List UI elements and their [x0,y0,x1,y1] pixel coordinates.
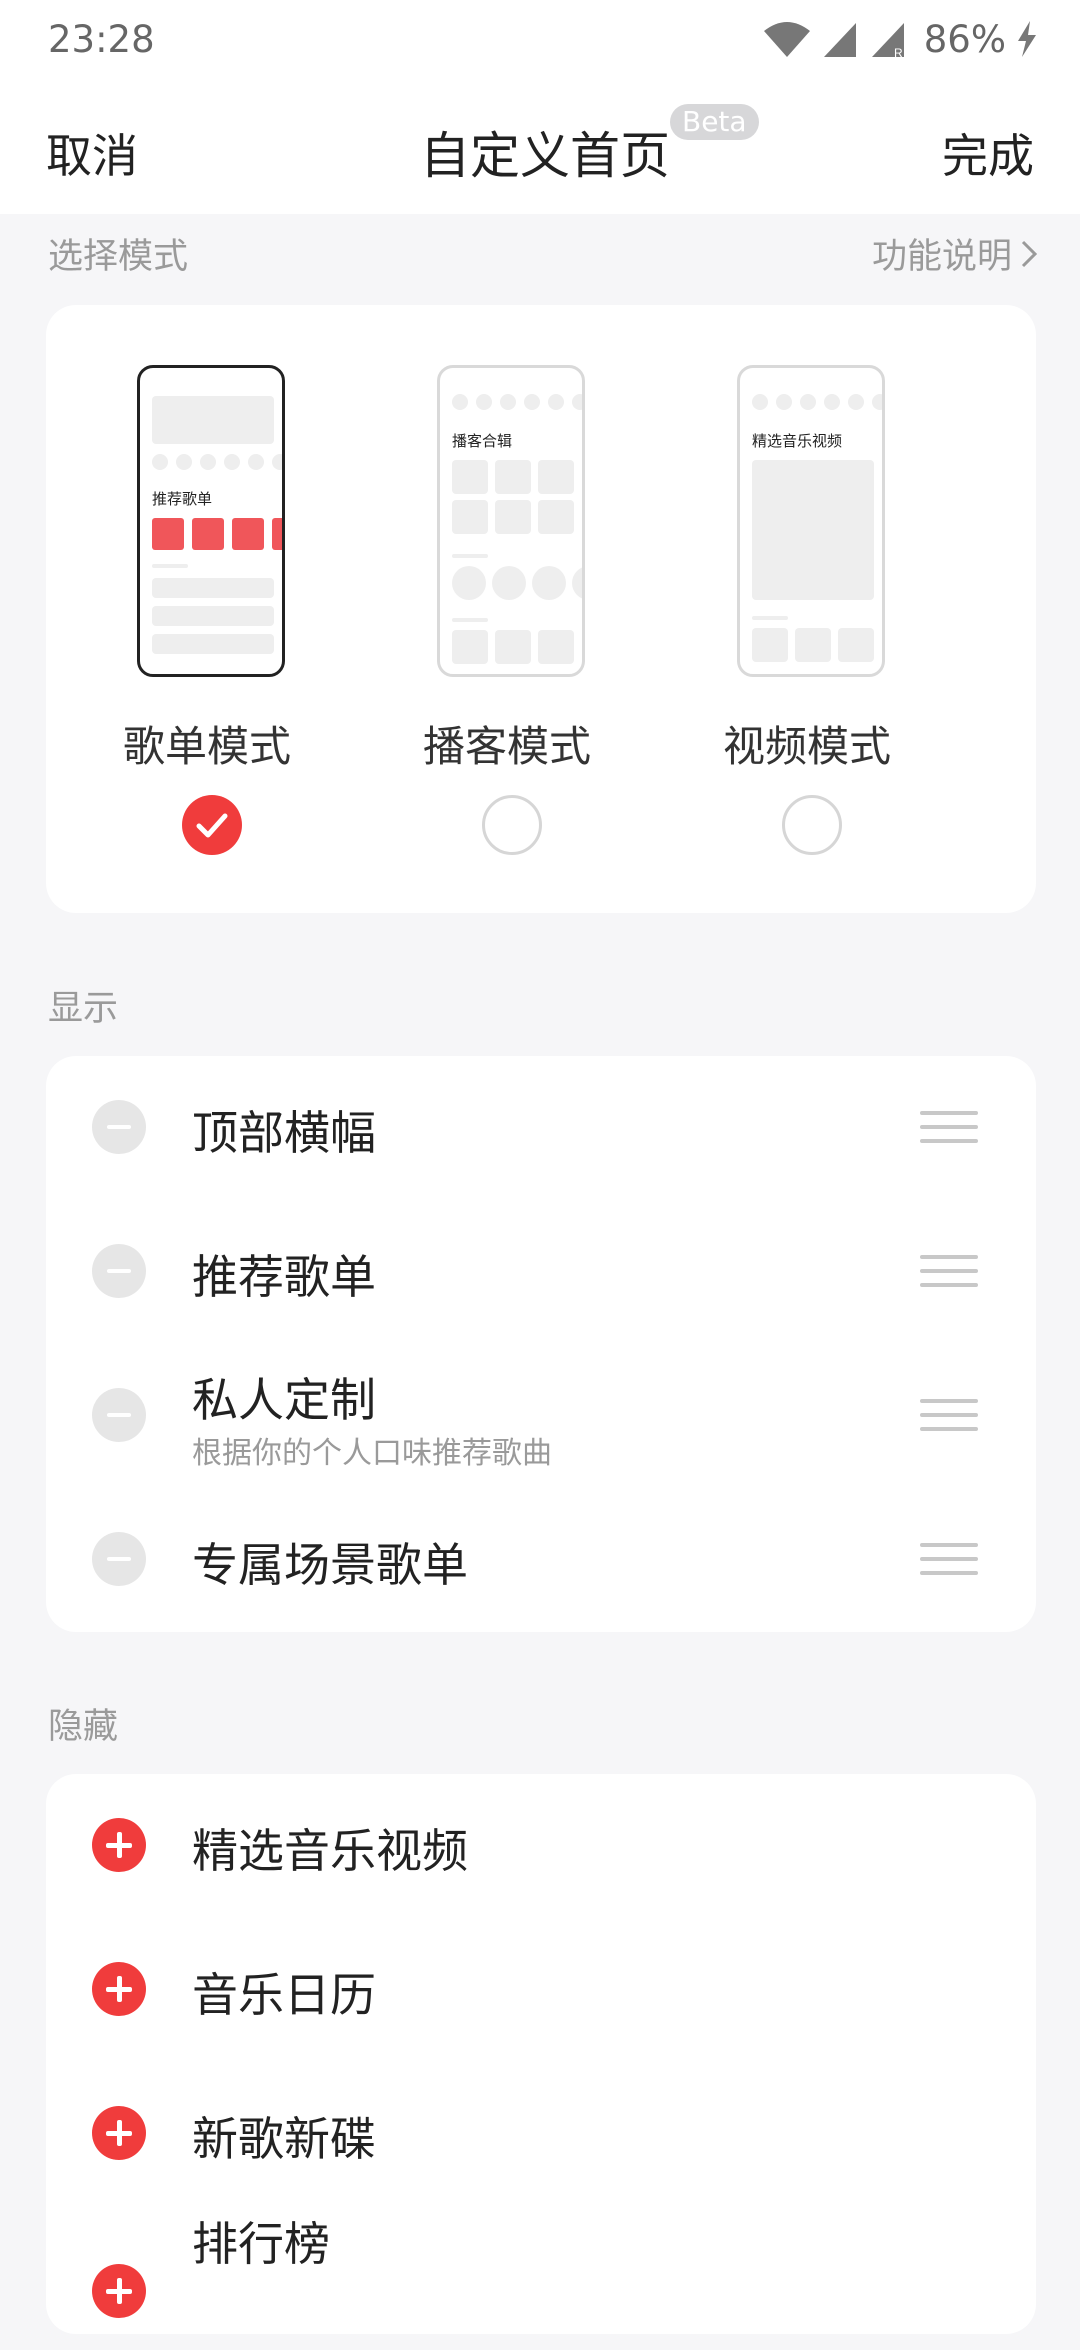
item-name: 排行榜 [192,2217,330,2271]
list-item: 顶部横幅 [46,1056,1036,1200]
display-list: 顶部横幅 推荐歌单 私人定制 根据你的个人口味推荐歌曲 专属场景歌单 [46,1056,1036,1632]
svg-text:R: R [894,46,903,59]
hidden-section-label: 隐藏 [48,1707,119,1747]
list-item: 新歌新碟 [46,2062,1036,2206]
feature-help-link[interactable]: 功能说明 [872,228,1038,279]
status-time: 23:28 [48,18,155,61]
add-icon[interactable] [92,1818,146,1872]
checkmark-icon [196,813,228,838]
remove-icon[interactable] [92,1100,146,1154]
add-icon[interactable] [92,2264,146,2318]
cellular-signal-roaming-icon: R [871,23,904,59]
drag-handle-icon[interactable] [920,1399,978,1433]
mode-radio-selected[interactable] [182,795,242,855]
mode-radio-unselected[interactable] [782,795,842,855]
charging-icon [1018,21,1036,57]
nav-bar: 取消 自定义首页 Beta 完成 [0,80,1080,214]
list-item: 私人定制 根据你的个人口味推荐歌曲 [46,1344,1036,1488]
page-title: 自定义首页 [420,127,670,185]
playlist-mode-preview: 推荐歌单 [137,365,285,677]
remove-icon[interactable] [92,1388,146,1442]
list-item: 排行榜 [46,2206,1036,2350]
item-name: 精选音乐视频 [192,1824,468,1878]
item-name: 推荐歌单 [192,1250,376,1304]
drag-handle-icon[interactable] [920,1111,978,1145]
drag-handle-icon[interactable] [920,1543,978,1577]
status-icons: R 86% [762,14,1040,64]
mode-label: 视频模式 [722,722,891,771]
cellular-signal-icon [823,23,856,57]
mode-section-label: 选择模式 [48,237,189,277]
preview-title: 推荐歌单 [152,490,213,508]
drag-handle-icon[interactable] [920,1255,978,1289]
cancel-button[interactable]: 取消 [46,120,138,186]
display-section-label: 显示 [48,989,119,1029]
chevron-right-icon [1021,240,1038,267]
item-name: 私人定制 [192,1373,376,1427]
feature-help-label: 功能说明 [871,237,1012,277]
list-item: 音乐日历 [46,1918,1036,2062]
item-name: 专属场景歌单 [192,1538,468,1592]
status-bar: 23:28 R 86% [0,0,1080,80]
hidden-list: 精选音乐视频 音乐日历 新歌新碟 排行榜 [46,1774,1036,2334]
item-name: 音乐日历 [192,1968,376,2022]
mode-label: 播客模式 [422,722,591,771]
mode-option-video[interactable]: 精选音乐视频 视频模式 [657,305,957,913]
item-name: 顶部横幅 [192,1106,376,1160]
mode-option-playlist[interactable]: 推荐歌单 歌单模式 [57,305,357,913]
preview-title: 播客合辑 [452,432,513,450]
video-mode-preview: 精选音乐视频 [737,365,885,677]
mode-card: 推荐歌单 歌单模式 播客合辑 播客模式 精选音乐视频 视频模式 [46,305,1036,913]
podcast-mode-preview: 播客合辑 [437,365,585,677]
add-icon[interactable] [92,1962,146,2016]
preview-title: 精选音乐视频 [752,432,843,450]
remove-icon[interactable] [92,1244,146,1298]
mode-option-podcast[interactable]: 播客合辑 播客模式 [357,305,657,913]
battery-percent: 86% [923,17,1006,61]
done-button[interactable]: 完成 [942,120,1034,186]
mode-radio-unselected[interactable] [482,795,542,855]
remove-icon[interactable] [92,1532,146,1586]
list-item: 精选音乐视频 [46,1774,1036,1918]
beta-badge: Beta [670,104,759,140]
mode-label: 歌单模式 [122,722,291,771]
wifi-icon [763,22,810,57]
add-icon[interactable] [92,2106,146,2160]
list-item: 推荐歌单 [46,1200,1036,1344]
item-description: 根据你的个人口味推荐歌曲 [192,1436,552,1471]
item-name: 新歌新碟 [192,2112,376,2166]
list-item: 专属场景歌单 [46,1488,1036,1632]
